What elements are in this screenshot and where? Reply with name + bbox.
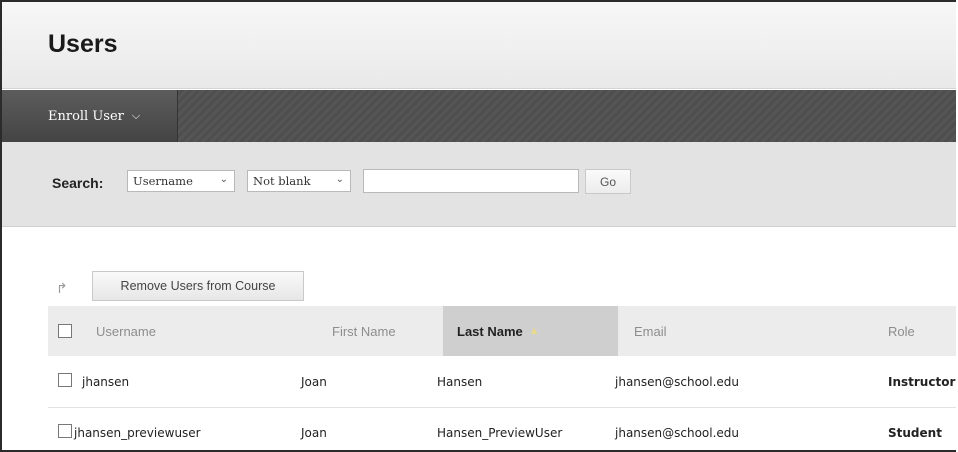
username-cell[interactable]: jhansen: [82, 357, 129, 407]
go-button[interactable]: Go: [585, 169, 631, 194]
search-label: Search:: [52, 175, 104, 191]
search-field-select[interactable]: Username ⌄: [127, 170, 235, 192]
users-page: Users Enroll User ⌵ Search: Username ⌄ N…: [0, 0, 956, 452]
sort-ascending-icon: ▲: [528, 325, 540, 337]
column-header-first-name[interactable]: First Name: [332, 306, 396, 356]
table-row: jhansen_previewuser Joan Hansen_PreviewU…: [48, 408, 956, 450]
search-operator-select[interactable]: Not blank ⌄: [247, 170, 351, 192]
title-bar: Users: [2, 2, 956, 89]
search-field-value: Username: [133, 174, 193, 188]
row-checkbox[interactable]: [58, 373, 72, 387]
chevron-down-icon: ⌵: [131, 109, 141, 122]
search-bar: Search: Username ⌄ Not blank ⌄ Go: [2, 142, 956, 227]
column-header-last-name[interactable]: Last Name ▲: [443, 306, 618, 356]
table-row: jhansen Joan Hansen jhansen@school.edu I…: [48, 357, 956, 408]
column-header-role[interactable]: Role: [888, 306, 915, 356]
row-checkbox[interactable]: [58, 424, 72, 438]
column-header-email[interactable]: Email: [634, 306, 667, 356]
last-name-cell: Hansen: [437, 375, 483, 389]
email-cell: jhansen@school.edu: [615, 426, 740, 440]
table-header: Username First Name Last Name ▲ Email Ro…: [48, 306, 956, 356]
search-input[interactable]: [363, 169, 579, 193]
first-name-cell: Joan: [301, 375, 327, 389]
column-header-last-name-label: Last Name: [457, 323, 523, 339]
role-cell: Student: [888, 426, 942, 440]
search-operator-value: Not blank: [253, 174, 311, 188]
bulk-action-arrow-icon: ↱: [56, 280, 68, 296]
email-cell: jhansen@school.edu: [615, 375, 740, 389]
enroll-user-label: Enroll User: [48, 108, 124, 124]
enroll-user-button[interactable]: Enroll User ⌵: [2, 90, 178, 142]
chevron-down-icon: ⌄: [335, 174, 344, 185]
page-title: Users: [48, 30, 118, 58]
role-cell: Instructor: [888, 375, 956, 389]
remove-users-button[interactable]: Remove Users from Course: [92, 271, 304, 301]
action-bar: Enroll User ⌵: [2, 90, 956, 142]
first-name-cell: Joan: [301, 426, 327, 440]
last-name-cell: Hansen_PreviewUser: [437, 426, 563, 440]
column-header-username[interactable]: Username: [96, 306, 156, 356]
select-all-checkbox[interactable]: [58, 324, 72, 338]
username-cell[interactable]: jhansen_previewuser: [74, 408, 201, 450]
chevron-down-icon: ⌄: [219, 174, 228, 185]
